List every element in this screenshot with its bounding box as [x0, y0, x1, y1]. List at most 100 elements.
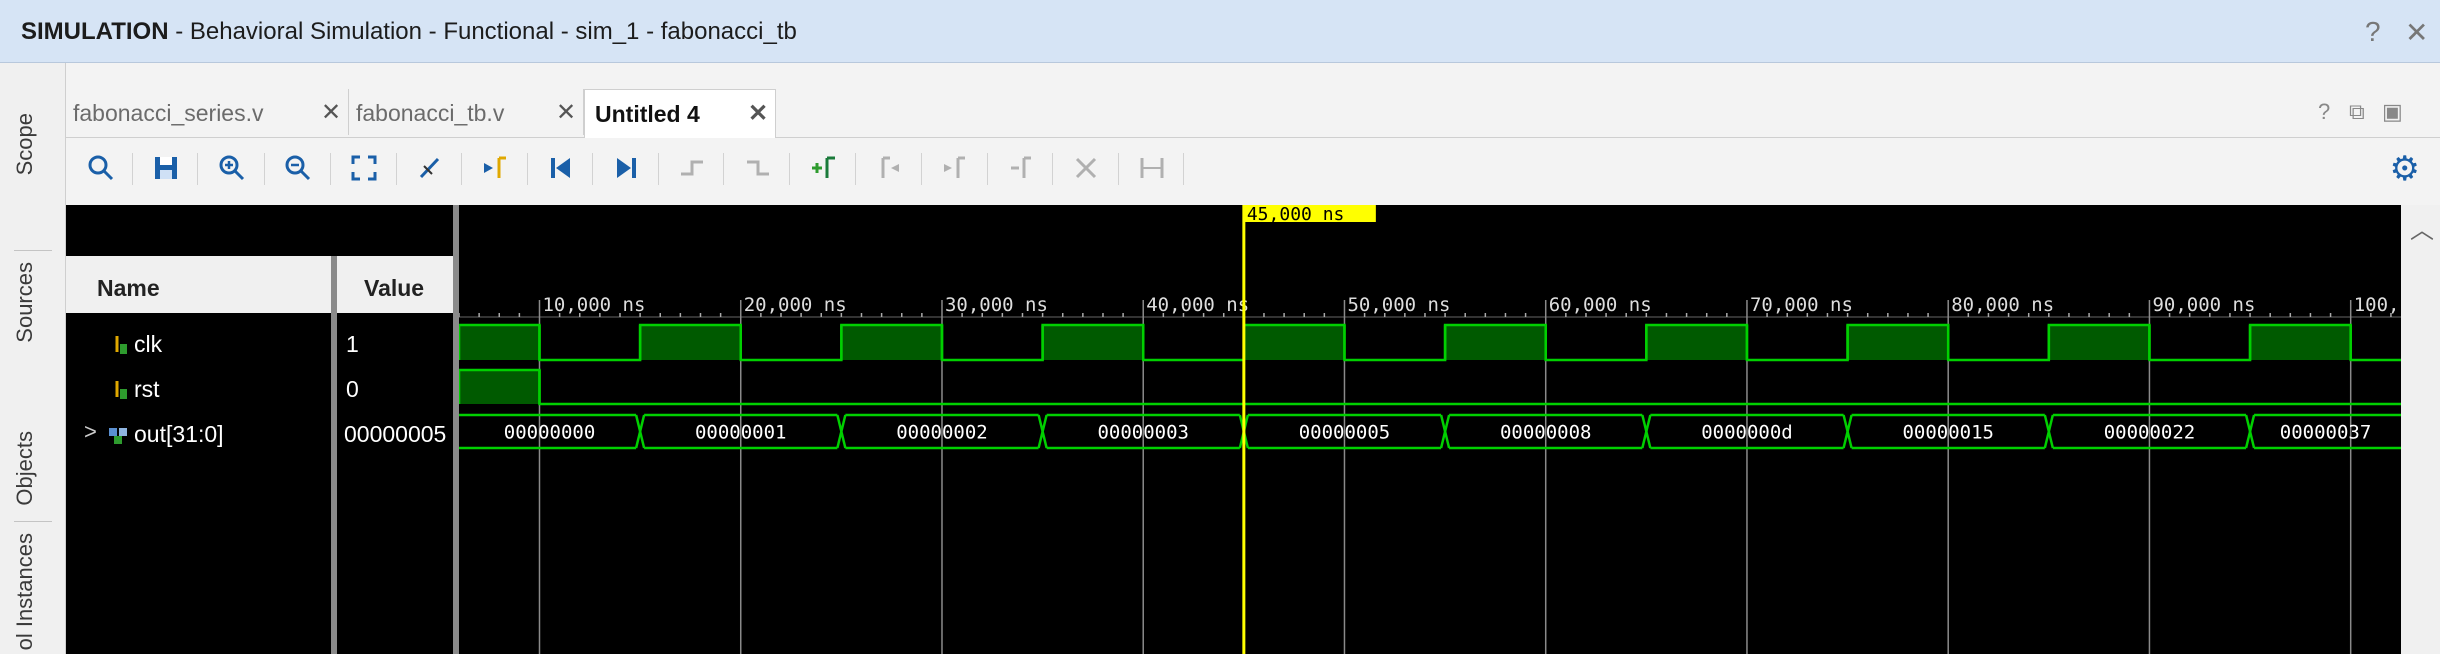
swap-cursors-icon[interactable]: [1003, 151, 1039, 185]
tab-fabonacci-tb[interactable]: fabonacci_tb.v ✕: [349, 89, 584, 135]
clk-wave-high-pulse: [459, 325, 540, 360]
expand-chevron-icon[interactable]: >: [84, 419, 97, 445]
out-bus-value-label: 00000037: [2280, 422, 2372, 444]
clk-wave-high-pulse: [2048, 325, 2150, 360]
search-icon[interactable]: [83, 151, 119, 185]
editor-tabs: fabonacci_series.v ✕ fabonacci_tb.v ✕ Un…: [66, 85, 2440, 138]
clk-wave-high-pulse: [841, 325, 942, 360]
timeline-tick-label: 90,000 ns: [2152, 294, 2255, 316]
clk-wave-high-pulse: [1847, 325, 1949, 360]
title-mode: SIMULATION: [21, 18, 169, 45]
out-bus-transition: [1846, 431, 1853, 449]
clk-wave-high-pulse: [1646, 325, 1747, 360]
bus-signal-icon: [108, 424, 130, 452]
help-icon[interactable]: ?: [2365, 16, 2381, 48]
out-bus-value-label: 00000003: [1097, 422, 1189, 444]
tab-fabonacci-series[interactable]: fabonacci_series.v ✕: [66, 89, 349, 135]
zoom-in-icon[interactable]: [214, 151, 250, 185]
panel-help-icon[interactable]: ?: [2318, 99, 2330, 125]
go-to-start-icon[interactable]: [543, 151, 579, 185]
close-icon[interactable]: ✕: [2405, 16, 2428, 49]
out-bus-transition: [1645, 414, 1652, 432]
left-side-tabs: Scope Sources Objects ol Instances: [0, 63, 66, 654]
waveform-panel: fabonacci_series.v ✕ fabonacci_tb.v ✕ Un…: [66, 63, 2440, 654]
window-title: SIMULATION - Behavioral Simulation - Fun…: [21, 18, 797, 46]
signal-value: 1: [346, 331, 359, 357]
close-tab-icon[interactable]: ✕: [321, 98, 341, 127]
clk-wave-high-pulse: [1445, 325, 1546, 360]
tab-label: Untitled 4: [595, 101, 700, 127]
clk-wave-high-pulse: [2250, 325, 2351, 360]
column-divider[interactable]: [331, 256, 337, 654]
out-bus-value-label: 00000005: [1299, 422, 1391, 444]
out-bus-value-label: 00000015: [1902, 422, 1994, 444]
bit-signal-icon: [111, 379, 129, 407]
title-subtitle: - Behavioral Simulation - Functional - s…: [168, 18, 797, 45]
previous-transition-icon[interactable]: [674, 151, 710, 185]
out-bus-value-label: 0000000d: [1701, 422, 1793, 444]
cursor-to-zero-icon[interactable]: [412, 151, 448, 185]
scroll-up-icon[interactable]: ︿: [2410, 210, 2434, 245]
side-tab-scope[interactable]: Scope: [12, 113, 38, 175]
zoom-out-icon[interactable]: [280, 151, 316, 185]
out-bus-transition: [1846, 414, 1853, 432]
timeline-tick-label: 40,000 ns: [1146, 294, 1249, 316]
out-bus-transition: [2047, 414, 2055, 432]
time-cursor-label: 45,000 ns: [1247, 205, 1345, 225]
restore-panel-icon[interactable]: ⧉: [2349, 99, 2365, 125]
timeline-tick-label: 100,: [2354, 294, 2400, 316]
side-tab-objects[interactable]: Objects: [12, 431, 38, 506]
out-bus-transition: [1443, 431, 1451, 449]
settings-gear-icon[interactable]: ⚙: [2390, 149, 2420, 189]
value-column-header[interactable]: Value: [364, 275, 424, 302]
next-transition-icon[interactable]: [740, 151, 776, 185]
out-bus-transition: [2047, 431, 2055, 449]
signal-table-header: Name Value: [66, 256, 453, 313]
bit-signal-icon: [111, 334, 129, 362]
signal-value: 00000005: [344, 421, 447, 447]
vertical-scrollbar[interactable]: ︿: [2401, 205, 2440, 654]
close-tab-icon[interactable]: ✕: [556, 98, 576, 127]
rst-wave-trace: [459, 368, 2401, 406]
go-to-end-icon[interactable]: [608, 151, 644, 185]
zoom-fit-icon[interactable]: [346, 151, 382, 185]
delete-marker-icon[interactable]: [1068, 151, 1104, 185]
out-bus-transition: [1041, 431, 1048, 449]
out-bus-value-label: 00000022: [2104, 422, 2196, 444]
clk-wave-high-pulse: [1243, 325, 1345, 360]
tab-label: fabonacci_tb.v: [356, 100, 505, 126]
next-marker-icon[interactable]: [937, 151, 973, 185]
previous-marker-icon[interactable]: [871, 151, 907, 185]
waveform-toolbar: ⚙: [66, 139, 2440, 194]
save-icon[interactable]: [148, 151, 184, 185]
signal-name: clk: [134, 331, 163, 357]
maximize-panel-icon[interactable]: ▣: [2382, 99, 2403, 125]
waveform-canvas[interactable]: 10,000 ns 20,000 ns 30,000 ns 40,000 ns 50,0…: [459, 205, 2401, 654]
side-tab-divider: [14, 250, 52, 251]
signal-value: 0: [346, 376, 359, 402]
signal-name: out[31:0]: [134, 421, 224, 447]
side-tab-sources[interactable]: Sources: [12, 262, 38, 343]
close-tab-icon[interactable]: ✕: [748, 99, 768, 128]
waveform-area: Name Value clk 1 rst 0 > out[31:0] 00000…: [66, 205, 2440, 654]
tab-untitled-4[interactable]: Untitled 4 ✕: [584, 89, 776, 138]
go-to-time-icon[interactable]: [477, 151, 513, 185]
signal-row-rst[interactable]: rst 0: [66, 369, 453, 409]
signal-name-value-panel: Name Value clk 1 rst 0 > out[31:0] 00000…: [66, 205, 453, 654]
out-bus-transition: [2248, 431, 2256, 449]
signal-name: rst: [134, 376, 160, 402]
timeline-tick-label: 10,000 ns: [542, 294, 645, 316]
signal-row-out[interactable]: > out[31:0] 00000005: [66, 414, 453, 454]
out-bus-value-label: 00000002: [896, 422, 988, 444]
add-marker-icon[interactable]: [806, 151, 842, 185]
timeline-tick-label: 50,000 ns: [1347, 294, 1450, 316]
clk-wave-high-pulse: [640, 325, 741, 360]
timeline-tick-label: 30,000 ns: [945, 294, 1048, 316]
snap-to-transition-icon[interactable]: [1134, 151, 1170, 185]
name-column-header[interactable]: Name: [97, 275, 160, 302]
clk-wave-high-pulse: [1042, 325, 1144, 360]
signal-row-clk[interactable]: clk 1: [66, 324, 453, 364]
side-tab-instances[interactable]: ol Instances: [12, 533, 38, 650]
out-bus-transition: [2248, 414, 2256, 432]
out-bus-value-label: 00000000: [504, 422, 596, 444]
